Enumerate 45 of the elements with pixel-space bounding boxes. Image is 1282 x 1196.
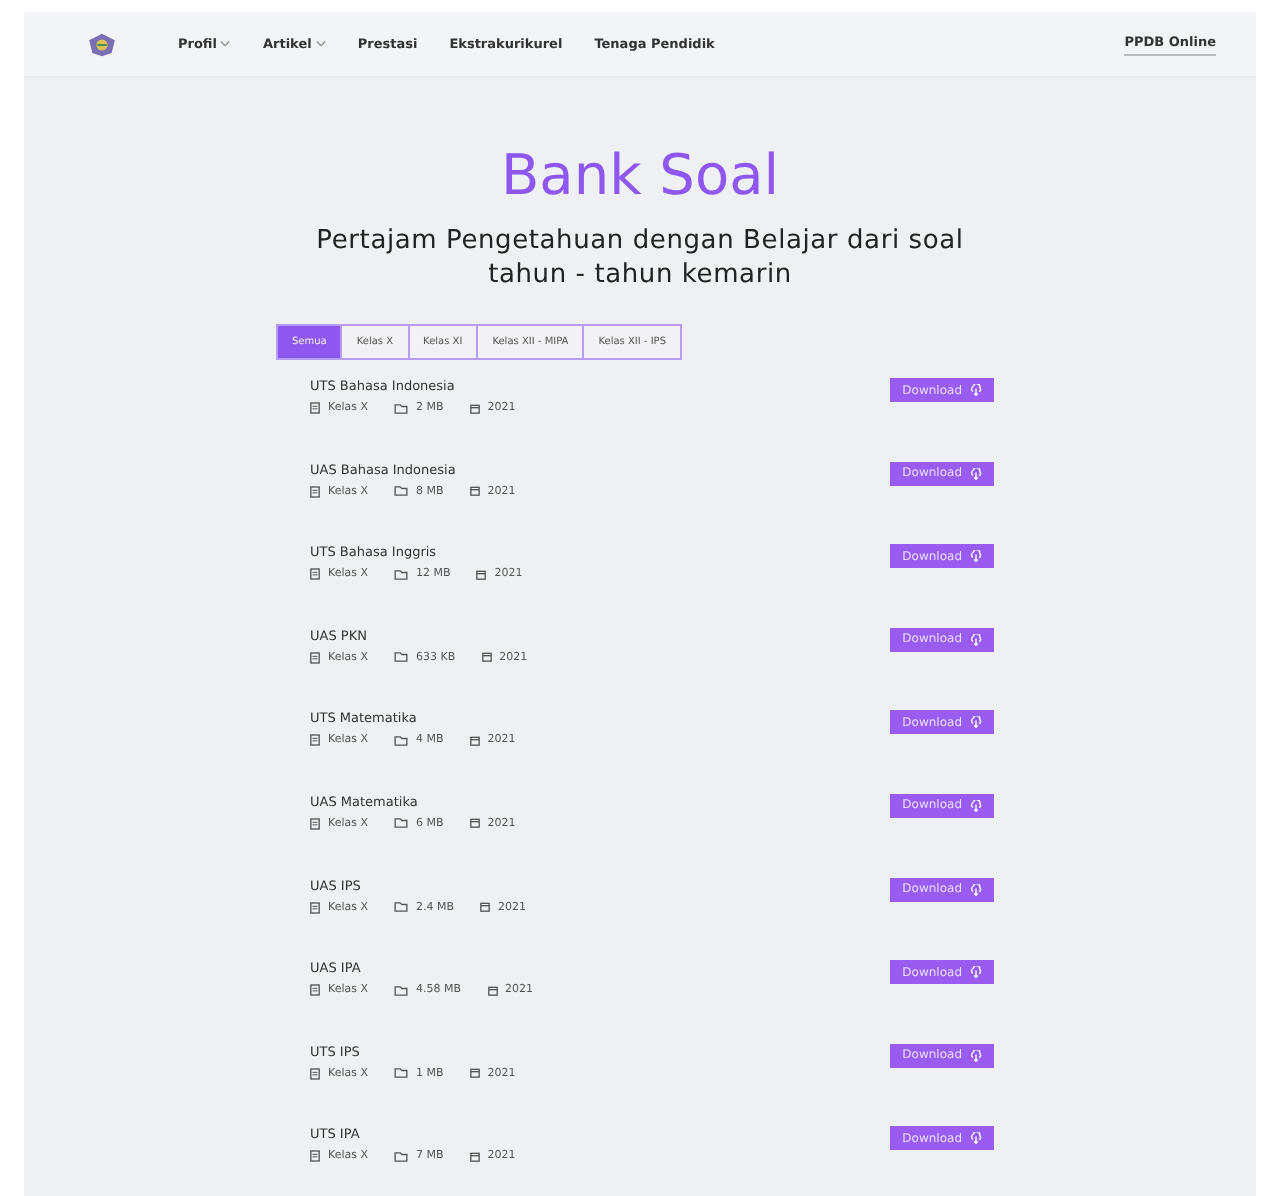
chevron-down-icon: [315, 40, 326, 48]
folder-icon: [394, 652, 408, 663]
cloud-download-icon: [970, 966, 982, 979]
document-icon: [310, 651, 320, 664]
document-icon: [310, 1067, 320, 1080]
cloud-download-icon: [970, 467, 982, 480]
cloud-download-icon: [970, 550, 982, 563]
document-icon: [310, 1150, 320, 1163]
folder-icon: [394, 818, 408, 829]
calendar-icon: [469, 403, 480, 413]
chevron-down-icon: [220, 40, 231, 48]
school-emblem-icon[interactable]: [86, 31, 118, 57]
calendar-icon: [480, 902, 491, 913]
document-icon: [310, 568, 320, 581]
document-icon: [310, 901, 320, 914]
cloud-download-icon: [970, 1049, 982, 1062]
cloud-download-icon: [970, 1132, 982, 1145]
cloud-download-icon: [970, 716, 982, 729]
folder-icon: [394, 735, 408, 746]
calendar-icon: [469, 818, 480, 829]
calendar-icon: [476, 569, 487, 580]
calendar-icon: [469, 486, 480, 497]
calendar-icon: [469, 1068, 480, 1079]
calendar-icon: [469, 1151, 480, 1162]
folder-icon: [394, 569, 408, 580]
cloud-download-icon: [970, 633, 982, 646]
folder-icon: [394, 1068, 408, 1079]
document-icon: [310, 817, 320, 830]
folder-icon: [394, 1151, 408, 1162]
folder-icon: [394, 902, 408, 913]
folder-icon: [394, 403, 408, 413]
page-subtitle: Pertajam Pengetahuan dengan Belajar dari soal tahun - tahun kemarin: [314, 224, 966, 292]
page-title: Bank Soal: [500, 142, 780, 208]
cloud-download-icon: [970, 384, 982, 396]
document-icon: [310, 485, 320, 498]
folder-icon: [394, 985, 408, 996]
calendar-icon: [469, 735, 480, 746]
calendar-icon: [487, 985, 498, 996]
cloud-download-icon: [970, 883, 982, 896]
document-icon: [310, 984, 320, 997]
document-icon: [310, 734, 320, 747]
folder-icon: [394, 486, 408, 497]
cloud-download-icon: [970, 799, 982, 812]
document-icon: [310, 402, 320, 414]
calendar-icon: [481, 652, 492, 663]
